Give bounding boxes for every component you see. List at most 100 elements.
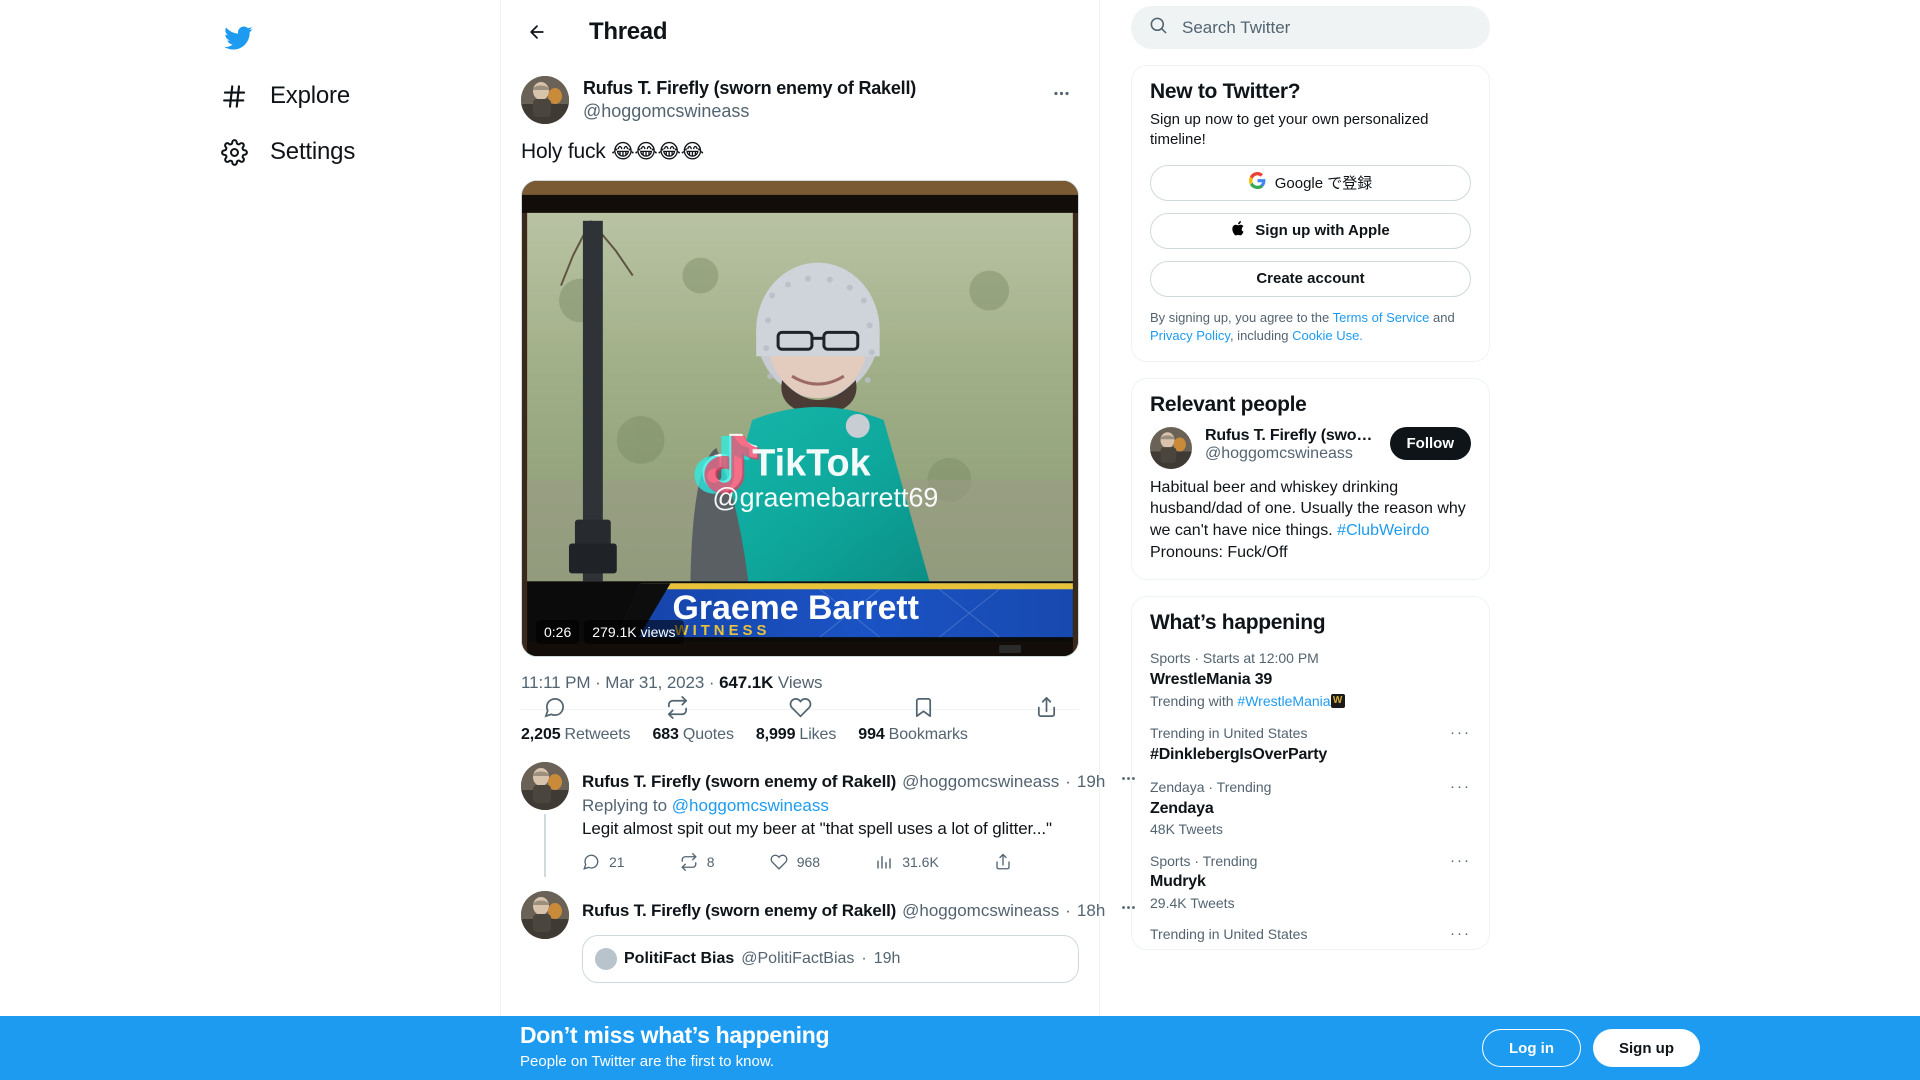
- count-bookmarks[interactable]: 994 Bookmarks: [858, 726, 968, 744]
- twitter-bird-logo[interactable]: [208, 8, 268, 68]
- log-in-button[interactable]: Log in: [1482, 1029, 1581, 1067]
- gear-icon: [218, 136, 250, 168]
- signup-legal-text: By signing up, you agree to the Terms of…: [1150, 309, 1455, 343]
- more-options-icon[interactable]: [1044, 76, 1079, 111]
- quoted-author-handle: @PolitiFactBias: [741, 950, 855, 968]
- trend-item[interactable]: Sports · Trending Mudryk 29.4K Tweets ··…: [1150, 840, 1471, 914]
- reply-body: Rufus T. Firefly (sworn enemy of Rakell)…: [582, 891, 1136, 989]
- reply-author-handle: @hoggomcswineass: [902, 900, 1060, 920]
- thread-connector-line: [544, 814, 546, 878]
- reply-header: Rufus T. Firefly (sworn enemy of Rakell)…: [582, 891, 1136, 923]
- reply-tweet[interactable]: Rufus T. Firefly (sworn enemy of Rakell)…: [501, 885, 1136, 989]
- reply-body: Rufus T. Firefly (sworn enemy of Rakell)…: [582, 762, 1136, 877]
- terms-of-service-link[interactable]: Terms of Service: [1333, 310, 1430, 325]
- reply-text: Legit almost spit out my beer at "that s…: [582, 819, 1052, 839]
- whats-happening-card: What’s happening Sports · Starts at 12:0…: [1131, 596, 1490, 950]
- search-input[interactable]: [1182, 17, 1472, 38]
- trend-meta: Trending in United States: [1150, 725, 1308, 742]
- sidebar-item-explore[interactable]: Explore: [200, 68, 368, 124]
- reply-action-reply[interactable]: 21: [582, 853, 625, 871]
- trend-item[interactable]: Sports · Starts at 12:00 PM WrestleMania…: [1150, 637, 1471, 712]
- relevant-person-handle: @hoggomcswineass: [1205, 444, 1353, 462]
- quoted-age: 19h: [873, 950, 901, 968]
- sign-up-button[interactable]: Sign up: [1593, 1029, 1700, 1067]
- reply-action-like[interactable]: 968: [770, 853, 820, 871]
- trend-count: 48K Tweets: [1150, 821, 1223, 838]
- svg-text:TikTok: TikTok: [752, 443, 871, 485]
- tweet-video-player[interactable]: TikTok @graemebarrett69 Graeme Barrett W…: [521, 180, 1079, 658]
- bookmark-icon[interactable]: [906, 690, 940, 724]
- search-container: [1131, 6, 1490, 49]
- video-duration-badge: 0:26: [536, 620, 580, 645]
- reply-tweet[interactable]: Rufus T. Firefly (sworn enemy of Rakell)…: [501, 756, 1136, 878]
- cookie-use-link[interactable]: Cookie Use.: [1292, 328, 1363, 343]
- sidebar-item-settings[interactable]: Settings: [200, 124, 373, 180]
- author-name: Rufus T. Firefly (sworn enemy of Rakell): [583, 78, 917, 98]
- tweet-views-count: 647.1K: [719, 673, 774, 693]
- avatar[interactable]: [521, 76, 569, 124]
- reply-action-views[interactable]: 31.6K: [875, 853, 939, 871]
- signup-card: New to Twitter? Sign up now to get your …: [1131, 65, 1490, 362]
- replying-to-handle-link[interactable]: @hoggomcswineass: [672, 796, 829, 815]
- reply-avatar-column: [521, 762, 569, 878]
- banner-title: Don’t miss what’s happening: [520, 1022, 830, 1049]
- relevant-person-info: Rufus T. Firefly (swor… @hoggomcswineass: [1205, 427, 1377, 463]
- signup-card-subtitle: Sign up now to get your own personalized…: [1150, 111, 1429, 149]
- count-quotes[interactable]: 683 Quotes: [652, 726, 734, 744]
- back-arrow-icon[interactable]: [519, 14, 555, 50]
- like-heart-icon[interactable]: [783, 690, 817, 724]
- main-tweet-author[interactable]: Rufus T. Firefly (sworn enemy of Rakell)…: [583, 76, 1030, 123]
- sidebar-item-settings-label: Settings: [270, 138, 356, 165]
- tweet-emojis: 😂😂😂😂: [611, 141, 704, 163]
- avatar[interactable]: [521, 891, 569, 940]
- reply-author-name: Rufus T. Firefly (sworn enemy of Rakell): [582, 900, 897, 920]
- page-title: Thread: [589, 18, 668, 45]
- trend-name: #DinklebergIsOverParty: [1150, 745, 1328, 763]
- trend-item[interactable]: Trending in United States #DinklebergIsO…: [1150, 712, 1471, 766]
- apple-signup-button[interactable]: Sign up with Apple: [1150, 212, 1471, 249]
- thread-header: Thread: [501, 0, 1099, 64]
- reply-age: 18h: [1076, 900, 1106, 920]
- reply-separator: ·: [1065, 771, 1071, 791]
- more-options-icon[interactable]: ···: [1450, 852, 1471, 869]
- more-options-icon[interactable]: ···: [1450, 925, 1471, 942]
- trend-hashtag-link[interactable]: #WrestleMania: [1237, 693, 1330, 709]
- trend-item[interactable]: Zendaya · Trending Zendaya 48K Tweets ··…: [1150, 766, 1471, 840]
- trend-meta: Zendaya · Trending: [1150, 779, 1272, 796]
- bio-hashtag-link[interactable]: #ClubWeirdo: [1337, 522, 1429, 539]
- main-tweet: Rufus T. Firefly (sworn enemy of Rakell)…: [501, 64, 1099, 760]
- privacy-policy-link[interactable]: Privacy Policy: [1150, 328, 1230, 343]
- quoted-tweet-header: PolitiFact Bias @PolitiFactBias · 19h: [595, 948, 1066, 971]
- more-options-icon[interactable]: ···: [1450, 778, 1471, 795]
- count-likes[interactable]: 8,999 Likes: [756, 726, 837, 744]
- reply-action-retweet[interactable]: 8: [680, 853, 715, 872]
- avatar: [595, 948, 617, 971]
- google-g-icon: [1248, 172, 1266, 193]
- more-options-icon[interactable]: ···: [1450, 724, 1471, 741]
- avatar[interactable]: [521, 762, 569, 811]
- relevant-people-card: Relevant people Rufus T. Firefly (swor… …: [1131, 377, 1490, 581]
- reply-action-share[interactable]: [994, 853, 1012, 871]
- share-icon[interactable]: [1029, 690, 1063, 724]
- search-box[interactable]: [1131, 6, 1490, 49]
- avatar[interactable]: [1150, 426, 1192, 469]
- reply-age: 19h: [1076, 771, 1106, 791]
- replying-to-line: Replying to @hoggomcswineass: [582, 796, 829, 816]
- main-tweet-header: Rufus T. Firefly (sworn enemy of Rakell)…: [521, 76, 1079, 124]
- relevant-people-title: Relevant people: [1150, 392, 1307, 416]
- twitter-thread-page: Explore Settings Thread Rufus T. Firefly…: [0, 0, 1920, 1080]
- count-retweets[interactable]: 2,205 Retweets: [521, 726, 631, 744]
- trend-count: 29.4K Tweets: [1150, 894, 1235, 911]
- create-account-button[interactable]: Create account: [1150, 260, 1471, 297]
- trend-trending-with: Trending with #WrestleMania: [1150, 691, 1471, 712]
- quoted-separator: ·: [861, 950, 867, 968]
- follow-button[interactable]: Follow: [1389, 426, 1471, 460]
- google-signup-button[interactable]: Google で登録: [1150, 164, 1471, 201]
- quoted-tweet-card[interactable]: PolitiFact Bias @PolitiFactBias · 19h: [582, 935, 1079, 984]
- relevant-person[interactable]: Rufus T. Firefly (swor… @hoggomcswineass…: [1150, 426, 1471, 469]
- trend-item[interactable]: Trending in United States ···: [1150, 913, 1471, 945]
- apple-logo-icon: [1231, 220, 1246, 241]
- retweet-icon[interactable]: [660, 690, 694, 724]
- quoted-author-name: PolitiFact Bias: [624, 950, 735, 968]
- reply-icon[interactable]: [537, 690, 571, 724]
